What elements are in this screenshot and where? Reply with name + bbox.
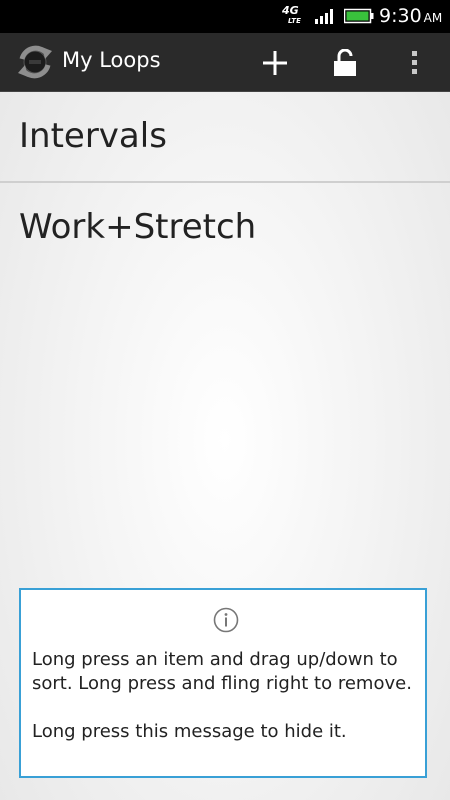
list-item[interactable]: Work+Stretch — [0, 183, 450, 272]
loops-list: Intervals Work+Stretch — [0, 92, 450, 272]
clock-ampm: AM — [423, 11, 443, 25]
list-item-label: Intervals — [19, 116, 167, 156]
app-title: My Loops — [62, 48, 161, 72]
help-line-sort: Long press an item and drag up/down to s… — [32, 649, 412, 694]
battery-icon — [344, 8, 374, 24]
help-line-hide: Long press this message to hide it. — [32, 721, 347, 742]
help-message-text: Long press an item and drag up/down to s… — [32, 648, 422, 744]
action-bar: My Loops — [0, 33, 450, 92]
lock-icon — [334, 49, 356, 76]
lock-button[interactable] — [325, 43, 365, 83]
plus-icon — [263, 51, 287, 75]
list-item-label: Work+Stretch — [19, 207, 257, 247]
signal-icon — [315, 9, 333, 24]
clock-time: 9:30 — [379, 5, 422, 27]
network-subtype: LTE — [288, 17, 301, 25]
info-icon — [213, 607, 239, 633]
network-indicator: 4G LTE — [282, 5, 301, 26]
clock: 9:30 AM — [379, 5, 442, 27]
add-loop-button[interactable] — [255, 43, 295, 83]
overflow-menu-button[interactable] — [395, 43, 435, 83]
list-item[interactable]: Intervals — [0, 92, 450, 183]
status-bar: 4G LTE 9:30 AM — [0, 0, 450, 33]
help-message-box[interactable]: Long press an item and drag up/down to s… — [19, 588, 427, 778]
loop-refresh-icon[interactable] — [14, 41, 56, 83]
overflow-menu-icon — [412, 51, 417, 74]
